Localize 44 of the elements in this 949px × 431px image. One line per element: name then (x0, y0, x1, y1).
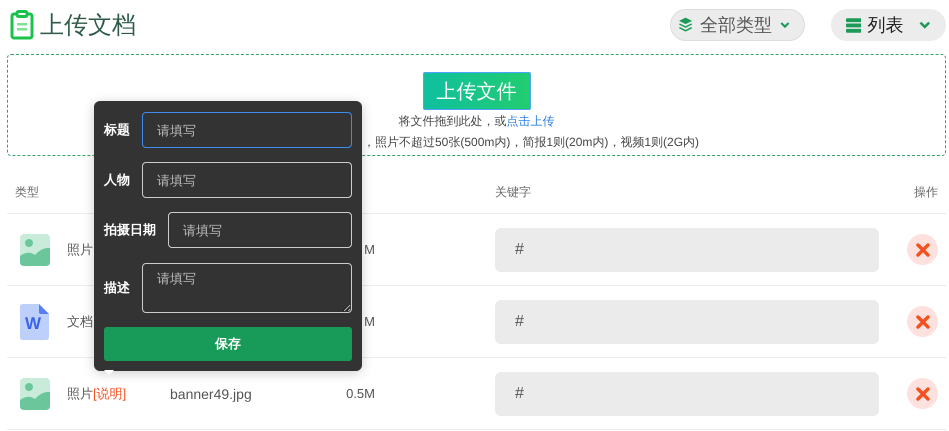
delete-button[interactable] (907, 234, 938, 265)
field-label: 人物 (104, 171, 130, 189)
close-icon (916, 314, 930, 328)
drop-instruction: 将文件拖到此处，或点击上传 (398, 113, 554, 130)
icon-letter: W (25, 314, 42, 332)
image-file-icon (20, 378, 50, 410)
keyword-field[interactable]: # (495, 228, 879, 272)
chevron-down-icon (919, 21, 931, 29)
input-field[interactable]: 请填写 (142, 112, 352, 148)
field-label: 描述 (104, 279, 130, 297)
keyword-field[interactable]: # (495, 372, 879, 416)
input-field[interactable]: 请填写 (168, 212, 352, 248)
upload-limits-text: ，照片不超过50张(500m内)，简报1则(20m内)，视频1则(2G内) (362, 134, 700, 151)
type-filter-dropdown[interactable]: 全部类型 (670, 9, 805, 41)
column-header: 关键字 (495, 184, 532, 201)
layers-icon (679, 16, 692, 34)
view-mode-dropdown[interactable]: 列表 (831, 9, 946, 41)
document-file-icon (20, 304, 50, 340)
file-type-label: 照片 (67, 240, 93, 258)
delete-button[interactable] (907, 378, 938, 409)
file-name: banner49.jpg (170, 386, 252, 402)
file-type-label: 照片 (67, 384, 93, 402)
page-title: 上传文档 (40, 11, 136, 41)
save-button[interactable]: 保存 (104, 327, 352, 361)
file-size: M (364, 314, 375, 329)
chevron-down-icon (780, 21, 790, 29)
file-type-label: 文档 (67, 312, 93, 330)
keyword-field[interactable]: # (495, 300, 879, 344)
close-icon (916, 242, 930, 256)
file-size: 0.5M (346, 386, 375, 401)
list-icon (846, 17, 862, 33)
file-size: M (364, 242, 375, 257)
description-link[interactable]: [说明] (93, 384, 126, 402)
click-upload-link[interactable]: 点击上传 (506, 114, 554, 128)
image-file-icon (20, 234, 50, 266)
field-label: 标题 (104, 121, 130, 139)
field-label: 拍摄日期 (104, 221, 156, 239)
column-header: 操作 (913, 184, 939, 201)
text-area[interactable]: 请填写 (142, 263, 352, 313)
clipboard-icon (10, 10, 34, 40)
close-icon (916, 386, 930, 400)
column-header: 类型 (15, 184, 39, 201)
delete-button[interactable] (907, 306, 938, 337)
input-field[interactable]: 请填写 (142, 162, 352, 198)
